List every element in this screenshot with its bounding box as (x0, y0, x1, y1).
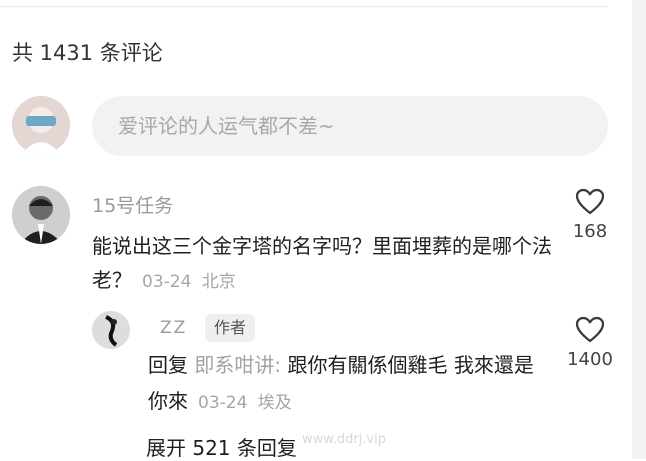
reply-location: 埃及 (257, 393, 292, 413)
comment-text: 能说出这三个金字塔的名字吗？里面埋葬的是哪个法老？ 03-24 北京 (92, 229, 572, 299)
my-avatar (12, 96, 70, 154)
divider (0, 6, 608, 7)
commenter-name[interactable]: 15号任务 (92, 191, 173, 218)
watermark: www.ddrj.vip (302, 432, 386, 447)
reply-like-count: 1400 (567, 349, 613, 370)
reply-text: 回复 即系咁讲: 跟你有關係個雞毛 我來還是你來 03-24 埃及 (148, 347, 548, 421)
comment-count: 共 1431 条评论 (12, 41, 163, 65)
reply-date: 03-24 (198, 393, 248, 413)
commenter-avatar[interactable] (12, 186, 70, 244)
expand-replies-button[interactable]: 展开 521 条回复 (146, 432, 297, 461)
reply-like-button[interactable]: 1400 (566, 316, 614, 370)
reply-to-user[interactable]: 即系咁讲: (194, 353, 281, 377)
scrollbar-track (632, 0, 646, 459)
replier-name[interactable]: ZZ (160, 318, 187, 338)
author-badge: 作者 (205, 314, 256, 342)
comment-date: 03-24 (142, 272, 192, 292)
comment-input[interactable]: 爱评论的人运气都不差~ (92, 96, 608, 156)
like-button[interactable]: 168 (566, 188, 614, 242)
heart-icon (575, 188, 605, 215)
replier-avatar[interactable] (92, 311, 130, 349)
heart-icon (575, 316, 605, 343)
like-count: 168 (572, 221, 608, 242)
comment-location: 北京 (201, 272, 236, 292)
reply-prefix: 回复 (148, 353, 188, 377)
